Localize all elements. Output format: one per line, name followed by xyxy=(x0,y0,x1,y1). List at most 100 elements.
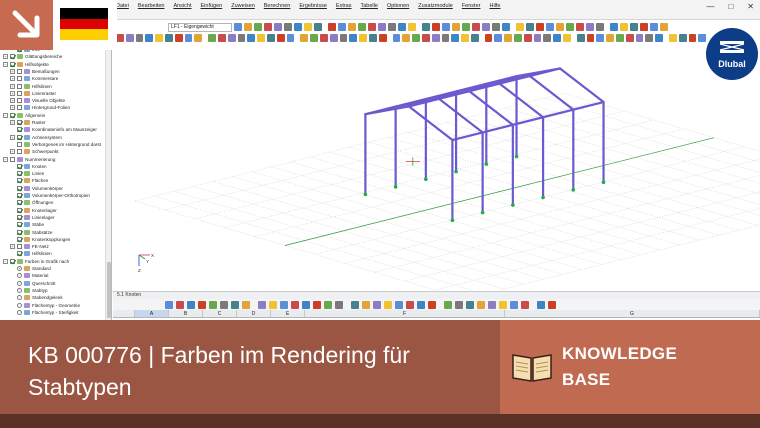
toolbar-button-icon[interactable] xyxy=(286,34,295,42)
toolbar-button-icon[interactable] xyxy=(378,23,386,31)
toolbar-button-icon[interactable] xyxy=(442,23,450,31)
navigator-item[interactable]: + Schwerpunkt xyxy=(10,148,59,155)
navigator-item[interactable]: Flächen xyxy=(10,177,48,184)
checkbox[interactable] xyxy=(17,90,22,96)
toolbar-button-icon[interactable] xyxy=(616,34,624,42)
checkbox[interactable] xyxy=(17,251,22,257)
menu-item-9[interactable]: Optionen xyxy=(387,3,409,9)
maximize-button[interactable]: □ xyxy=(728,2,733,11)
navigator-item[interactable]: Querschnitt xyxy=(10,280,56,287)
toolbar-button-icon[interactable] xyxy=(610,23,618,31)
navigator-scroll-thumb[interactable] xyxy=(107,262,111,318)
toolbar-button-icon[interactable] xyxy=(482,23,490,31)
toolbar-button-icon[interactable] xyxy=(257,34,265,42)
toolbar-button-icon[interactable] xyxy=(294,23,302,31)
navigator-item[interactable]: Stabtyp xyxy=(10,287,48,294)
toolbar-button-icon[interactable] xyxy=(310,34,318,42)
toolbar-button-icon[interactable] xyxy=(155,34,163,42)
toolbar-button-icon[interactable] xyxy=(217,34,226,42)
toolbar-button-icon[interactable] xyxy=(329,34,338,42)
table-tool-icon[interactable] xyxy=(258,300,266,309)
toolbar-button-icon[interactable] xyxy=(645,34,654,42)
toolbar-button-icon[interactable] xyxy=(452,23,460,31)
toolbar-button-icon[interactable] xyxy=(227,34,236,42)
table-tool-icon[interactable] xyxy=(220,300,228,309)
toolbar-button-icon[interactable] xyxy=(650,23,658,31)
tree-expander-icon[interactable]: + xyxy=(10,134,15,140)
toolbar-button-icon[interactable] xyxy=(576,34,585,42)
navigator-item[interactable]: Koordinateninfo am Mauszeiger xyxy=(10,126,97,133)
toolbar-button-icon[interactable] xyxy=(620,23,628,31)
navigator-item[interactable]: Stäbe xyxy=(10,221,44,228)
toolbar-button-icon[interactable] xyxy=(348,23,356,31)
toolbar-button-icon[interactable] xyxy=(304,23,312,31)
checkbox[interactable] xyxy=(17,76,22,82)
table-tool-icon[interactable] xyxy=(395,300,403,309)
toolbar-button-icon[interactable] xyxy=(625,34,634,42)
checkbox[interactable] xyxy=(17,127,22,133)
toolbar-button-icon[interactable] xyxy=(328,23,336,31)
radio-button[interactable] xyxy=(17,287,22,293)
navigator-item[interactable]: − Hilfsobjekte xyxy=(3,61,49,68)
toolbar-button-icon[interactable] xyxy=(514,34,522,42)
toolbar-button-icon[interactable] xyxy=(484,34,493,42)
navigator-item[interactable]: Verborgenes im Hintergrund darst xyxy=(10,141,101,148)
menu-item-2[interactable]: Ansicht xyxy=(173,3,191,9)
tree-expander-icon[interactable]: − xyxy=(3,156,8,162)
toolbar-button-icon[interactable] xyxy=(472,23,480,31)
checkbox[interactable] xyxy=(10,258,15,264)
menu-item-0[interactable]: Datei xyxy=(116,3,129,9)
table-tool-icon[interactable] xyxy=(466,300,474,309)
toolbar-button-icon[interactable] xyxy=(461,34,469,42)
checkbox[interactable] xyxy=(17,163,22,169)
checkbox[interactable] xyxy=(17,98,22,104)
table-column-c[interactable]: C xyxy=(203,310,237,317)
menu-item-5[interactable]: Berechnen xyxy=(264,3,291,9)
toolbar-button-icon[interactable] xyxy=(566,23,574,31)
checkbox[interactable] xyxy=(17,120,22,125)
model-canvas[interactable]: XYZ xyxy=(113,44,760,290)
toolbar-button-icon[interactable] xyxy=(422,23,430,31)
toolbar-button-icon[interactable] xyxy=(563,34,571,42)
table-tool-icon[interactable] xyxy=(548,300,556,309)
navigator-item[interactable]: Knotenkopplungen xyxy=(10,236,70,243)
toolbar-button-icon[interactable] xyxy=(516,23,524,31)
table-tool-icon[interactable] xyxy=(373,300,381,309)
toolbar-button-icon[interactable] xyxy=(368,34,377,42)
toolbar-button-icon[interactable] xyxy=(237,34,246,42)
tree-expander-icon[interactable]: + xyxy=(10,120,15,125)
toolbar-button-icon[interactable] xyxy=(164,34,173,42)
table-tool-icon[interactable] xyxy=(291,300,299,309)
table-column-d[interactable]: D xyxy=(237,310,271,317)
navigator-item[interactable]: Knoten xyxy=(10,163,47,170)
tree-expander-icon[interactable]: + xyxy=(10,149,15,155)
toolbar-button-icon[interactable] xyxy=(536,23,544,31)
table-tool-icon[interactable] xyxy=(198,300,206,309)
toolbar-button-icon[interactable] xyxy=(546,23,554,31)
radio-button[interactable] xyxy=(17,309,22,315)
navigator-item[interactable]: Öffnungen xyxy=(10,199,53,206)
navigator-item[interactable]: Volumenkörper-Orthotropien xyxy=(10,192,90,199)
toolbar-button-icon[interactable] xyxy=(576,23,584,31)
toolbar-button-icon[interactable] xyxy=(412,34,420,42)
toolbar-button-icon[interactable] xyxy=(349,34,358,42)
table-tool-icon[interactable] xyxy=(335,300,343,309)
table-tool-icon[interactable] xyxy=(313,300,321,309)
toolbar-button-icon[interactable] xyxy=(234,23,242,31)
menu-item-8[interactable]: Tabelle xyxy=(361,3,378,9)
toolbar-button-icon[interactable] xyxy=(640,23,648,31)
toolbar-button-icon[interactable] xyxy=(184,34,193,42)
table-column-a[interactable]: A xyxy=(135,310,169,317)
radio-button[interactable] xyxy=(17,302,22,308)
table-tool-icon[interactable] xyxy=(351,300,359,309)
table-tool-icon[interactable] xyxy=(477,300,485,309)
navigator-item[interactable]: Volumenkörper xyxy=(10,185,63,192)
toolbar-button-icon[interactable] xyxy=(274,23,282,31)
table-column-f[interactable]: F xyxy=(305,310,505,317)
checkbox[interactable] xyxy=(10,54,15,60)
navigator-item[interactable]: + Linienraster xyxy=(10,90,56,97)
toolbar-button-icon[interactable] xyxy=(194,34,203,42)
toolbar-button-icon[interactable] xyxy=(264,23,272,31)
checkbox[interactable] xyxy=(17,134,22,140)
toolbar-button-icon[interactable] xyxy=(388,23,396,31)
